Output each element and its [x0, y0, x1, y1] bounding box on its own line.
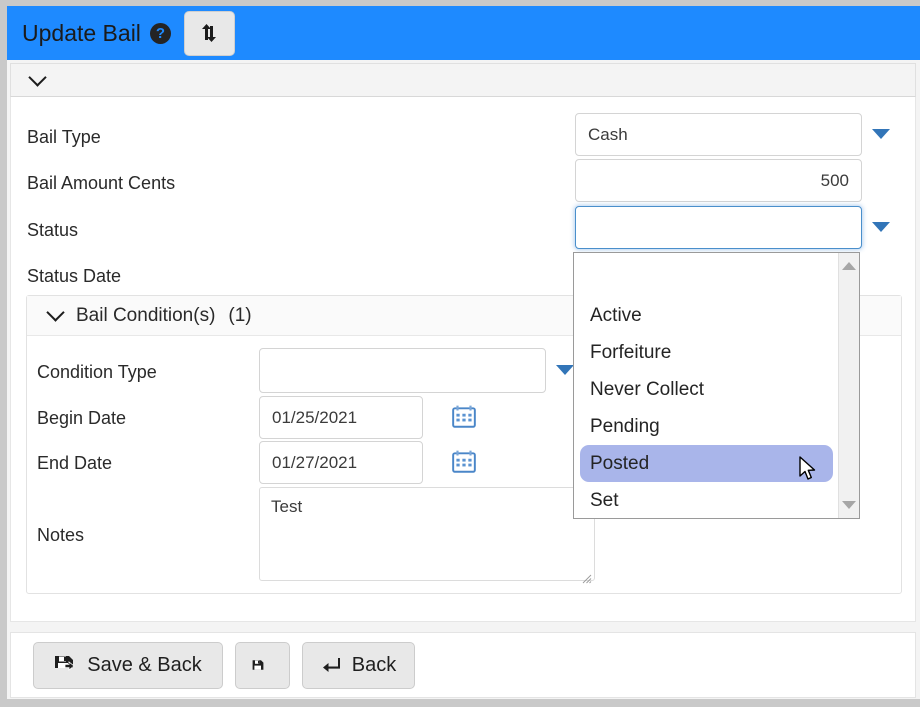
application-frame: Update Bail ? Bail Type Bail Amount Cent… — [0, 0, 920, 707]
bail-conditions-count: (1) — [228, 304, 252, 326]
chevron-down-icon[interactable] — [46, 303, 65, 322]
status-option-never-collect[interactable]: Never Collect — [574, 371, 839, 408]
bail-type-label: Bail Type — [27, 126, 101, 147]
status-date-label: Status Date — [27, 265, 122, 286]
window-left-edge — [0, 0, 7, 707]
status-label: Status — [27, 219, 79, 240]
back-button[interactable]: Back — [302, 641, 415, 689]
scroll-up-arrow-icon[interactable] — [842, 262, 856, 270]
save-and-back-label: Save & Back — [87, 653, 202, 676]
calendar-icon[interactable] — [451, 404, 477, 430]
notes-wrapper — [259, 487, 595, 586]
field-row-notes: Notes — [37, 512, 84, 558]
field-row-status-date: Status Date — [27, 253, 121, 299]
notes-label: Notes — [37, 524, 85, 545]
scroll-down-arrow-icon[interactable] — [842, 501, 856, 509]
back-button-label: Back — [351, 653, 397, 676]
bail-type-select[interactable] — [575, 113, 862, 156]
begin-date-label: Begin Date — [37, 407, 127, 428]
window-bottom-edge — [0, 699, 920, 707]
bail-amount-cents-input[interactable] — [575, 159, 862, 202]
page-title: Update Bail — [22, 19, 141, 46]
bail-conditions-title: Bail Condition(s) — [76, 304, 216, 326]
status-dropdown-popup[interactable]: Active Forfeiture Never Collect Pending … — [573, 252, 860, 519]
bail-type-dropdown-caret-icon[interactable] — [872, 129, 890, 139]
status-option-posted[interactable]: Posted — [580, 445, 833, 482]
calendar-icon[interactable] — [451, 449, 477, 475]
begin-date-input[interactable] — [259, 396, 423, 439]
field-row-end-date: End Date — [37, 440, 112, 486]
field-row-begin-date: Begin Date — [37, 395, 126, 441]
save-and-back-button[interactable]: Save & Back — [33, 641, 223, 689]
status-option-list: Active Forfeiture Never Collect Pending … — [574, 253, 839, 518]
condition-type-dropdown-caret-icon[interactable] — [556, 365, 574, 375]
condition-type-select[interactable] — [259, 348, 546, 393]
bail-amount-cents-label: Bail Amount Cents — [27, 172, 176, 193]
swap-arrows-icon — [202, 24, 217, 42]
window-title-bar: Update Bail ? — [7, 6, 920, 60]
back-arrow-icon — [322, 658, 340, 672]
end-date-label: End Date — [37, 452, 113, 473]
field-row-bail-amount: Bail Amount Cents — [27, 160, 175, 206]
status-dropdown-scrollbar[interactable] — [838, 253, 859, 518]
floppy-disk-save-icon — [252, 660, 264, 670]
end-date-input[interactable] — [259, 441, 423, 484]
condition-type-label: Condition Type — [37, 361, 157, 382]
status-dropdown-caret-icon[interactable] — [872, 222, 890, 232]
section-collapse-bar[interactable] — [10, 63, 916, 97]
save-and-back-icon — [55, 656, 75, 671]
save-button[interactable] — [235, 641, 290, 689]
status-select[interactable] — [575, 206, 862, 249]
status-option-set[interactable]: Set — [574, 482, 839, 519]
field-row-status: Status — [27, 207, 78, 253]
status-option-forfeiture[interactable]: Forfeiture — [574, 334, 839, 371]
field-row-bail-type: Bail Type — [27, 114, 101, 160]
status-option-pending[interactable]: Pending — [574, 408, 839, 445]
notes-textarea[interactable] — [259, 487, 595, 581]
swap-arrows-button[interactable] — [183, 10, 235, 56]
chevron-down-icon[interactable] — [28, 67, 47, 87]
footer-button-bar: Save & Back Back — [10, 632, 916, 698]
status-option-active[interactable]: Active — [574, 297, 839, 334]
help-icon[interactable]: ? — [149, 22, 171, 44]
field-row-condition-type: Condition Type — [37, 349, 157, 395]
